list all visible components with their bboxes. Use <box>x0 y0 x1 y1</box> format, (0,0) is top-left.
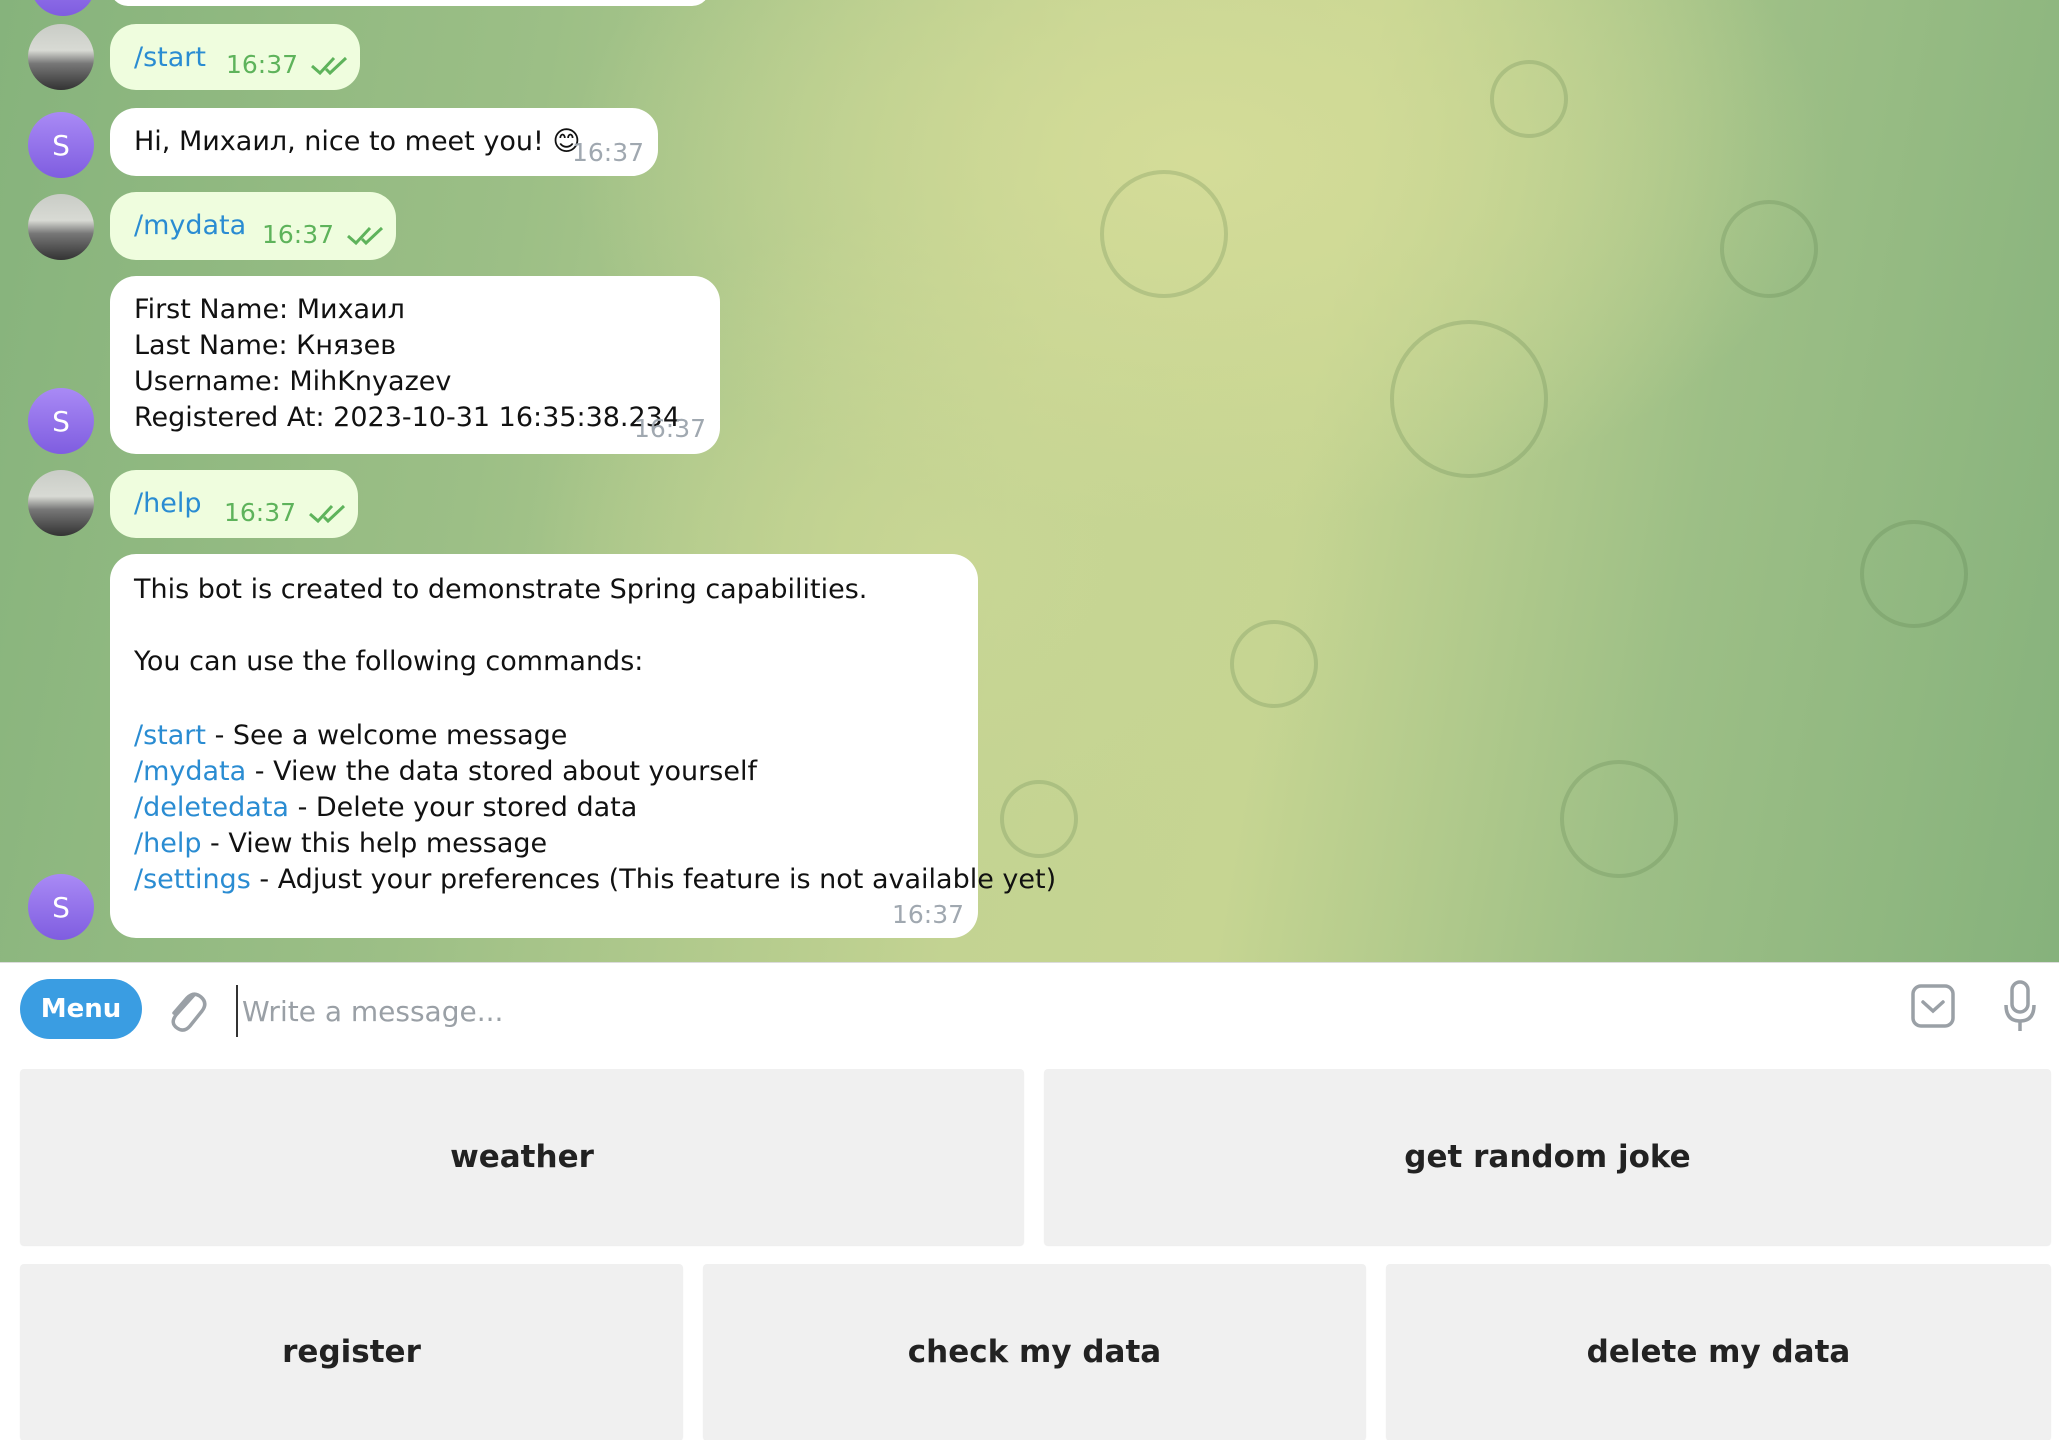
background-pattern <box>1860 520 1968 628</box>
double-check-icon <box>309 504 346 524</box>
user-avatar[interactable] <box>28 194 94 260</box>
message-bubble-outgoing[interactable]: /help 16:37 <box>110 470 358 538</box>
background-pattern <box>1720 200 1818 298</box>
double-check-icon <box>311 56 348 76</box>
message-time: 16:37 <box>224 498 297 527</box>
keyboard-button-weather[interactable]: weather <box>20 1069 1024 1245</box>
command-link-mydata[interactable]: /mydata <box>134 756 246 787</box>
command-link-start[interactable]: /start <box>134 720 206 751</box>
command-line: /settings - Adjust your preferences (Thi… <box>134 862 1056 898</box>
message-time: 16:37 <box>226 50 299 79</box>
message-line: You can use the following commands: <box>134 646 644 677</box>
double-check-icon <box>347 226 384 246</box>
command-description: - View this help message <box>201 828 548 859</box>
command-description: - See a welcome message <box>205 720 568 751</box>
message-text: Hi, Михаил, nice to meet you! 😊 <box>134 126 581 157</box>
message-line: First Name: Михаил <box>134 294 405 325</box>
bot-keyboard-toggle-icon[interactable] <box>1910 983 1956 1029</box>
message-time: 16:37 <box>572 138 645 167</box>
message-bubble-outgoing[interactable]: /start 16:37 <box>110 24 360 90</box>
keyboard-button-check-data[interactable]: check my data <box>703 1264 1366 1440</box>
message-line: Registered At: 2023-10-31 16:35:38.234 <box>134 402 681 433</box>
message-bubble-outgoing[interactable]: /mydata 16:37 <box>110 192 396 260</box>
command-link-settings[interactable]: /settings <box>134 864 251 895</box>
bot-avatar[interactable]: S <box>28 112 94 178</box>
background-pattern <box>1490 60 1568 138</box>
command-link-help[interactable]: /help <box>134 828 201 859</box>
user-avatar[interactable] <box>28 470 94 536</box>
message-bubble-incoming[interactable]: This bot is created to demonstrate Sprin… <box>110 554 1056 938</box>
message-line: Last Name: Князев <box>134 330 397 361</box>
keyboard-button-register[interactable]: register <box>20 1264 683 1440</box>
command-description: - Adjust your preferences (This feature … <box>250 864 1057 895</box>
command-link-deletedata[interactable]: /deletedata <box>134 792 289 823</box>
bot-menu-button[interactable]: Menu <box>20 979 142 1039</box>
message-time: 16:37 <box>262 220 335 249</box>
message-line: This bot is created to demonstrate Sprin… <box>134 574 868 605</box>
background-pattern <box>1390 320 1548 478</box>
message-text[interactable]: /help <box>134 486 201 522</box>
bot-avatar[interactable]: S <box>28 874 94 940</box>
message-time: 16:37 <box>634 414 707 443</box>
bot-avatar[interactable]: S <box>28 388 94 454</box>
message-line: Username: MihKnyazev <box>134 366 452 397</box>
message-bubble-previous <box>110 0 710 6</box>
user-avatar[interactable] <box>28 24 94 90</box>
bot-avatar[interactable]: S <box>30 0 96 16</box>
message-bubble-incoming[interactable]: First Name: Михаил Last Name: Князев Use… <box>110 276 720 454</box>
chat-area: S /start 16:37 S Hi, Михаил, nice to mee… <box>0 0 2059 962</box>
background-pattern <box>1560 760 1678 878</box>
message-input[interactable] <box>236 985 1844 1037</box>
background-pattern <box>1100 170 1228 298</box>
command-description: - Delete your stored data <box>288 792 638 823</box>
command-line: /help - View this help message <box>134 826 547 862</box>
message-time: 16:37 <box>892 900 965 929</box>
background-pattern <box>1230 620 1318 708</box>
command-line: /deletedata - Delete your stored data <box>134 790 637 826</box>
command-line: /start - See a welcome message <box>134 718 567 754</box>
message-bubble-incoming[interactable]: Hi, Михаил, nice to meet you! 😊 16:37 <box>110 108 658 176</box>
message-text[interactable]: /mydata <box>134 208 246 244</box>
message-text[interactable]: /start <box>134 40 206 76</box>
bot-reply-keyboard: weather get random joke register check m… <box>0 1064 2059 1440</box>
message-composer: Menu <box>0 962 2059 1065</box>
keyboard-button-random-joke[interactable]: get random joke <box>1044 1069 2051 1245</box>
microphone-icon[interactable] <box>2002 979 2038 1035</box>
keyboard-button-delete-data[interactable]: delete my data <box>1386 1264 2051 1440</box>
command-description: - View the data stored about yourself <box>246 756 757 787</box>
command-line: /mydata - View the data stored about you… <box>134 754 757 790</box>
background-pattern <box>1000 780 1078 858</box>
paperclip-icon[interactable] <box>164 983 208 1033</box>
